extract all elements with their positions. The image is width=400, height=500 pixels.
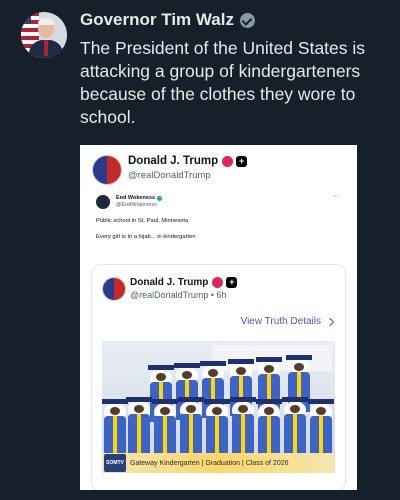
card-handle-time: @realDonaldTrump • 6h [130,290,227,300]
photo-child [230,397,256,454]
embed-name: Donald J. Trump + [128,155,248,167]
verified-badge-icon [212,277,224,288]
plus-icon: + [236,155,248,167]
card-avatar [102,277,126,301]
author-name-text[interactable]: Governor Tim Walz [80,10,234,30]
retweet-text-line-1: Public school in St. Paul, Minnesota [96,218,189,224]
photo-child [178,397,204,454]
card-name-text: Donald J. Trump [130,277,209,288]
author-name[interactable]: Governor Tim Walz [80,10,255,30]
card-name: Donald J. Trump + [130,277,238,288]
banner-text: Gateway Kindergarten | Graduation | Clas… [130,459,289,467]
verified-badge-icon [157,195,163,201]
banner-logo: SOMTV [104,454,126,472]
plus-icon: + [226,277,238,288]
photo-child [102,399,128,456]
graduation-photo: SOMTV Gateway Kindergarten | Graduation … [102,341,335,473]
photo-child [152,399,178,456]
author-avatar[interactable] [21,12,67,58]
photo-child [282,397,308,454]
view-truth-details-label: View Truth Details [240,316,321,327]
embedded-screenshot[interactable]: Donald J. Trump + @realDonaldTrump End W… [80,145,357,490]
verified-badge-icon [222,155,234,167]
view-truth-details-link: View Truth Details [240,316,335,327]
retweet-name-text: End Wokeness [116,195,156,201]
more-options-icon: ··· [332,193,339,200]
photo-child [256,399,282,456]
retweet-handle: @EndWokeness [116,202,157,208]
embed-avatar [92,155,122,185]
retweet-name: End Wokeness [116,195,163,201]
chevron-right-icon [325,317,335,326]
retweet-text-line-2: Every girl is in a hijab... in kindergar… [96,234,196,240]
truth-card: Donald J. Trump + @realDonaldTrump • 6h … [91,264,346,490]
photo-child [126,397,152,454]
retweet-avatar [96,195,110,209]
tweet-text: The President of the United States is at… [80,38,366,127]
embed-handle: @realDonaldTrump [128,170,211,181]
photo-child [204,399,230,456]
embed-name-text: Donald J. Trump [128,155,219,167]
graduation-banner: SOMTV Gateway Kindergarten | Graduation … [102,453,335,473]
photo-child [308,399,334,456]
verified-badge-icon[interactable] [239,12,255,28]
